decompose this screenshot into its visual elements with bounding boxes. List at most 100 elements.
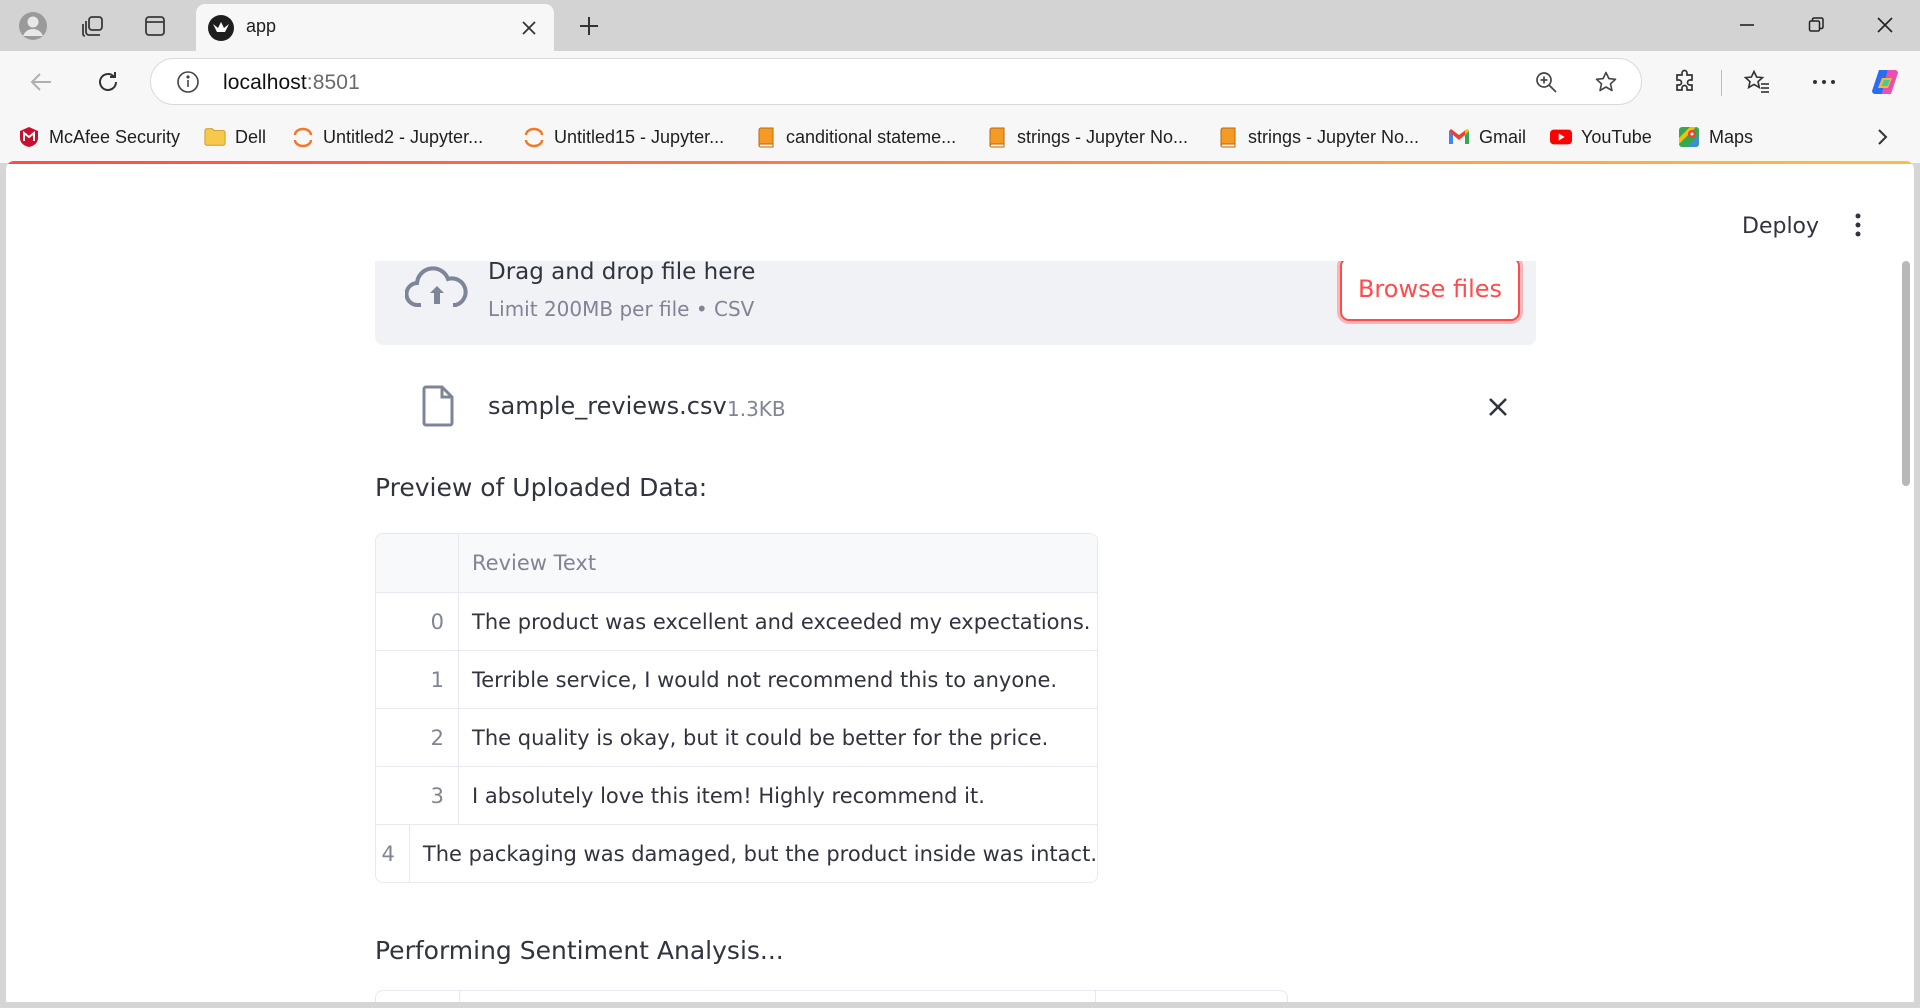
bookmark-label: Maps — [1709, 126, 1754, 147]
favorite-star-icon[interactable] — [1591, 67, 1621, 97]
page-viewport: Deploy Drag and drop file here Limit 200… — [6, 161, 1914, 1002]
table-row[interactable]: 4 The packaging was damaged, but the pro… — [376, 824, 1097, 882]
copilot-icon[interactable] — [1866, 63, 1904, 101]
bookmark-untitled15[interactable]: Untitled15 - Jupyter... — [523, 123, 724, 151]
review-cell[interactable]: Terrible service, I would not recommend … — [459, 651, 1097, 708]
table-row[interactable]: 3 I absolutely love this item! Highly re… — [376, 766, 1097, 824]
file-icon — [421, 385, 455, 427]
chevron-right-icon[interactable] — [1870, 125, 1894, 149]
tab-strip: app — [0, 0, 1920, 51]
bookmark-label: Dell — [235, 126, 267, 147]
table-row[interactable]: 2 The quality is okay, but it could be b… — [376, 708, 1097, 766]
minimize-icon[interactable] — [1725, 8, 1769, 42]
url-port: :8501 — [306, 71, 360, 94]
active-tab[interactable]: app — [196, 4, 554, 51]
bookmark-mcafee[interactable]: McAfee Security — [18, 123, 180, 151]
gmail-icon — [1448, 126, 1470, 148]
streamlit-decoration-bar — [6, 161, 1914, 164]
streamlit-favicon-icon — [208, 15, 234, 41]
bookmark-label: canditional stateme... — [786, 126, 957, 147]
bookmark-label: strings - Jupyter No... — [1248, 126, 1420, 147]
notebook-icon — [1217, 126, 1239, 148]
address-bar[interactable]: localhost:8501 — [150, 58, 1642, 105]
bookmark-label: strings - Jupyter No... — [1017, 126, 1189, 147]
analysis-heading: Performing Sentiment Analysis... — [375, 936, 784, 965]
restore-icon[interactable] — [1794, 8, 1838, 42]
row-index: 0 — [376, 593, 459, 650]
bookmarks-bar: McAfee Security Dell Untitled2 - Jupyter… — [0, 111, 1920, 163]
zoom-icon[interactable] — [1531, 67, 1561, 97]
bookmark-label: Untitled2 - Jupyter... — [323, 126, 484, 147]
bookmark-untitled2[interactable]: Untitled2 - Jupyter... — [292, 123, 483, 151]
new-tab-icon[interactable] — [572, 9, 606, 43]
jupyter-icon — [523, 126, 545, 148]
row-index: 2 — [376, 709, 459, 766]
row-index: 1 — [376, 651, 459, 708]
bookmark-youtube[interactable]: YouTube — [1550, 123, 1652, 151]
main-menu-icon[interactable] — [1840, 205, 1876, 245]
bookmark-maps[interactable]: Maps — [1678, 123, 1753, 151]
reload-icon[interactable] — [89, 63, 127, 101]
table-row[interactable]: 1 Terrible service, I would not recommen… — [376, 650, 1097, 708]
dropzone-title: Drag and drop file here — [488, 261, 756, 285]
url-host: localhost — [223, 71, 307, 94]
uploaded-file-row: sample_reviews.csv 1.3KB — [375, 371, 1536, 443]
results-dataframe[interactable] — [375, 990, 1288, 1002]
bookmark-canditional[interactable]: canditional stateme... — [755, 123, 956, 151]
index-header — [376, 534, 459, 592]
file-dropzone[interactable]: Drag and drop file here Limit 200MB per … — [375, 261, 1536, 345]
toolbar-divider — [1721, 70, 1722, 96]
back-arrow-icon[interactable] — [22, 63, 60, 101]
remove-file-close-icon[interactable] — [1482, 391, 1514, 423]
review-cell[interactable]: I absolutely love this item! Highly reco… — [459, 767, 1097, 824]
preview-heading: Preview of Uploaded Data: — [375, 473, 708, 502]
bookmark-label: Untitled15 - Jupyter... — [554, 126, 725, 147]
review-cell[interactable]: The packaging was damaged, but the produ… — [410, 825, 1097, 882]
site-info-icon[interactable] — [175, 69, 201, 95]
column-divider — [1095, 991, 1096, 1002]
close-window-icon[interactable] — [1863, 8, 1907, 42]
extensions-icon[interactable] — [1666, 63, 1704, 101]
workspaces-icon[interactable] — [76, 9, 110, 43]
review-cell[interactable]: The quality is okay, but it could be bet… — [459, 709, 1097, 766]
bookmark-gmail[interactable]: Gmail — [1448, 123, 1526, 151]
bookmark-label: YouTube — [1581, 126, 1652, 147]
tab-title: app — [246, 16, 277, 36]
profile-avatar-icon[interactable] — [16, 9, 50, 43]
bookmark-label: McAfee Security — [49, 126, 181, 147]
review-cell[interactable]: The product was excellent and exceeded m… — [459, 593, 1097, 650]
mcafee-icon — [18, 126, 40, 148]
folder-icon — [204, 126, 226, 148]
column-header[interactable]: Review Text — [459, 534, 1097, 592]
row-index: 4 — [376, 825, 410, 882]
bookmark-dell[interactable]: Dell — [204, 123, 266, 151]
more-options-icon[interactable] — [1805, 63, 1843, 101]
youtube-icon — [1550, 126, 1572, 148]
preview-dataframe[interactable]: Review Text 0 The product was excellent … — [375, 533, 1098, 883]
deploy-button[interactable]: Deploy — [1728, 208, 1833, 245]
tab-close-icon[interactable] — [514, 13, 544, 43]
browse-files-button[interactable]: Browse files — [1340, 261, 1520, 321]
bookmark-strings-1[interactable]: strings - Jupyter No... — [986, 123, 1188, 151]
column-divider — [459, 991, 460, 1002]
row-index: 3 — [376, 767, 459, 824]
page-scrollbar[interactable] — [1900, 261, 1912, 1002]
table-row[interactable]: 0 The product was excellent and exceeded… — [376, 592, 1097, 650]
table-header-row: Review Text — [376, 534, 1097, 592]
main-content: Drag and drop file here Limit 200MB per … — [6, 261, 1896, 1002]
file-size: 1.3KB — [727, 397, 786, 421]
favorites-icon[interactable] — [1738, 63, 1776, 101]
maps-icon — [1678, 126, 1700, 148]
bookmark-strings-2[interactable]: strings - Jupyter No... — [1217, 123, 1419, 151]
file-name: sample_reviews.csv — [488, 392, 727, 420]
jupyter-icon — [292, 126, 314, 148]
tab-actions-icon[interactable] — [138, 9, 172, 43]
cloud-upload-icon — [405, 263, 469, 313]
browser-toolbar: localhost:8501 — [0, 51, 1920, 111]
dropzone-limit: Limit 200MB per file • CSV — [488, 297, 755, 321]
notebook-icon — [755, 126, 777, 148]
url-text[interactable]: localhost:8501 — [223, 71, 360, 95]
bookmark-label: Gmail — [1479, 126, 1527, 147]
notebook-icon — [986, 126, 1008, 148]
scrollbar-thumb[interactable] — [1902, 261, 1910, 486]
